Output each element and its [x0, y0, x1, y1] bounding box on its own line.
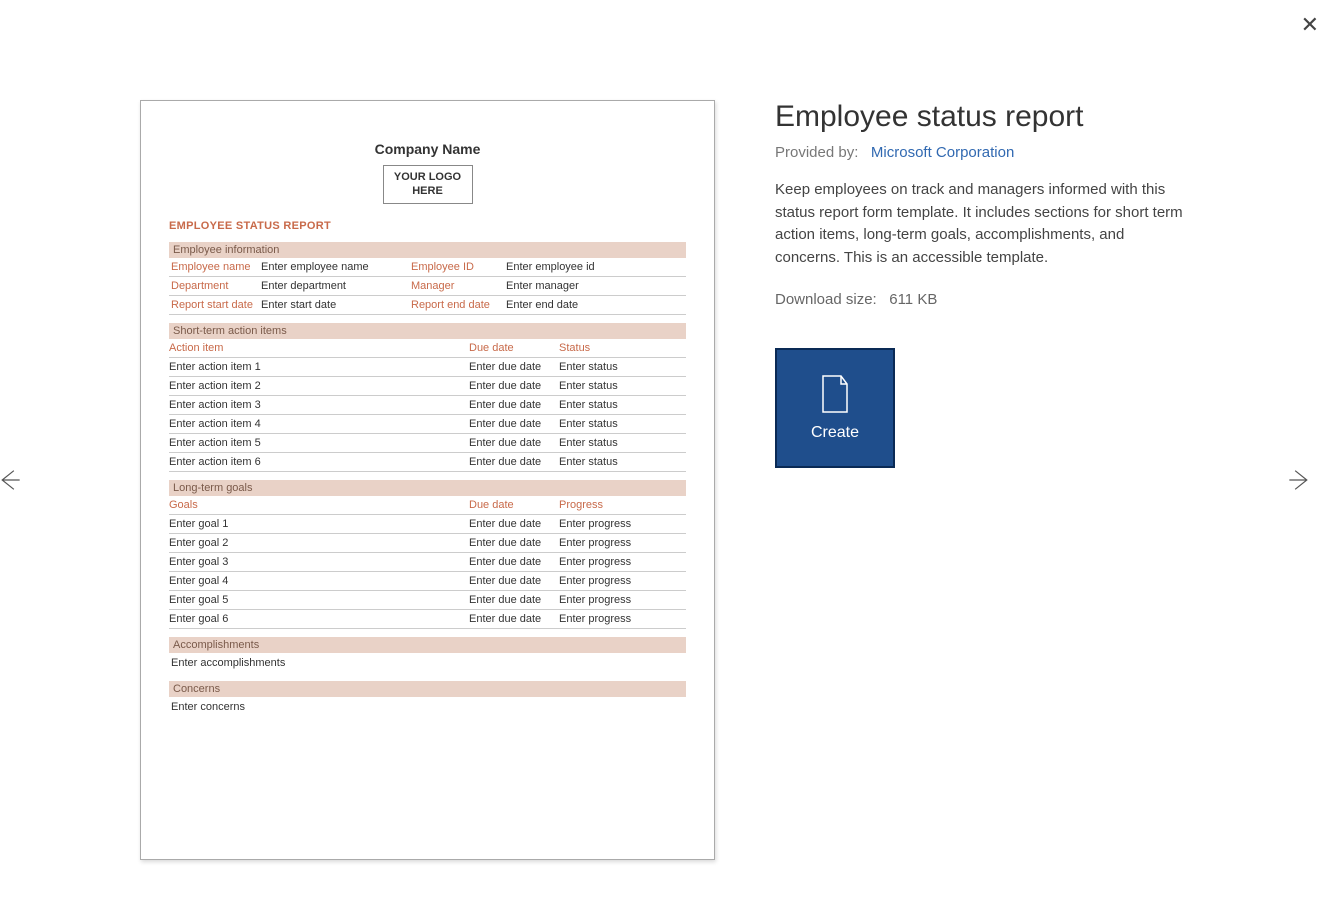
template-thumbnail: Company Name YOUR LOGO HERE EMPLOYEE STA…	[140, 100, 715, 860]
table-cell: Enter goal 3	[169, 553, 469, 572]
table-cell: Enter status	[559, 377, 686, 396]
table-cell: Enter goal 1	[169, 515, 469, 534]
table-column-header: Due date	[469, 496, 559, 515]
table-cell: Enter due date	[469, 396, 559, 415]
preview-long-table: GoalsDue dateProgressEnter goal 1Enter d…	[169, 496, 686, 629]
table-cell: Enter due date	[469, 358, 559, 377]
table-column-header: Goals	[169, 496, 469, 515]
close-button[interactable]: ✕	[1297, 8, 1323, 42]
table-cell: Enter progress	[559, 534, 686, 553]
table-cell: Enter status	[559, 415, 686, 434]
info-label: Manager	[409, 277, 504, 296]
table-cell: Enter progress	[559, 515, 686, 534]
info-label: Report start date	[169, 296, 259, 315]
info-value: Enter end date	[504, 296, 686, 315]
info-value: Enter department	[259, 277, 409, 296]
download-size-line: Download size: 611 KB	[775, 291, 1185, 308]
table-column-header: Action item	[169, 339, 469, 358]
table-cell: Enter status	[559, 434, 686, 453]
table-cell: Enter action item 2	[169, 377, 469, 396]
table-cell: Enter progress	[559, 572, 686, 591]
preview-short-header: Short-term action items	[169, 323, 686, 339]
preview-company-name: Company Name	[169, 141, 686, 157]
table-cell: Enter status	[559, 453, 686, 472]
preview-con-text: Enter concerns	[169, 697, 686, 717]
table-cell: Enter due date	[469, 553, 559, 572]
preview-short-table: Action itemDue dateStatus Enter action it…	[169, 339, 686, 472]
table-column-header: Due date	[469, 339, 559, 358]
info-label: Report end date	[409, 296, 504, 315]
download-size-label: Download size:	[775, 291, 877, 308]
table-cell: Enter goal 2	[169, 534, 469, 553]
preview-con-header: Concerns	[169, 681, 686, 697]
table-cell: Enter goal 4	[169, 572, 469, 591]
table-cell: Enter action item 3	[169, 396, 469, 415]
table-cell: Enter due date	[469, 591, 559, 610]
table-cell: Enter action item 6	[169, 453, 469, 472]
table-cell: Enter goal 6	[169, 610, 469, 629]
next-template-button[interactable]	[1281, 460, 1321, 500]
provided-by-line: Provided by: Microsoft Corporation	[775, 144, 1185, 161]
info-value: Enter start date	[259, 296, 409, 315]
table-cell: Enter due date	[469, 515, 559, 534]
table-cell: Enter progress	[559, 553, 686, 572]
create-button[interactable]: Create	[775, 348, 895, 468]
table-cell: Enter progress	[559, 610, 686, 629]
provided-by-label: Provided by:	[775, 144, 858, 161]
template-title: Employee status report	[775, 100, 1185, 134]
table-cell: Enter due date	[469, 415, 559, 434]
table-cell: Enter action item 4	[169, 415, 469, 434]
table-column-header: Progress	[559, 496, 686, 515]
preview-info-grid: Employee nameEnter employee nameEmployee…	[169, 258, 686, 315]
table-cell: Enter due date	[469, 434, 559, 453]
info-label: Employee ID	[409, 258, 504, 277]
table-cell: Enter due date	[469, 453, 559, 472]
table-cell: Enter progress	[559, 591, 686, 610]
preview-long-header: Long-term goals	[169, 480, 686, 496]
info-label: Employee name	[169, 258, 259, 277]
preview-info-header: Employee information	[169, 242, 686, 258]
table-cell: Enter due date	[469, 572, 559, 591]
table-cell: Enter status	[559, 396, 686, 415]
table-cell: Enter status	[559, 358, 686, 377]
template-description: Keep employees on track and managers inf…	[775, 179, 1185, 269]
table-cell: Enter due date	[469, 377, 559, 396]
preview-logo-placeholder: YOUR LOGO HERE	[383, 165, 473, 204]
table-cell: Enter goal 5	[169, 591, 469, 610]
preview-report-title: EMPLOYEE STATUS REPORT	[169, 220, 686, 232]
create-button-label: Create	[811, 424, 859, 442]
document-icon	[819, 374, 851, 414]
table-cell: Enter due date	[469, 610, 559, 629]
preview-acc-header: Accomplishments	[169, 637, 686, 653]
provider-link[interactable]: Microsoft Corporation	[871, 144, 1014, 161]
info-label: Department	[169, 277, 259, 296]
info-value: Enter employee id	[504, 258, 686, 277]
table-cell: Enter action item 1	[169, 358, 469, 377]
template-details-panel: Employee status report Provided by: Micr…	[775, 100, 1185, 860]
download-size-value: 611 KB	[889, 291, 937, 308]
info-value: Enter employee name	[259, 258, 409, 277]
preview-acc-text: Enter accomplishments	[169, 653, 686, 673]
table-column-header: Status	[559, 339, 686, 358]
previous-template-button[interactable]	[0, 460, 28, 500]
info-value: Enter manager	[504, 277, 686, 296]
table-cell: Enter due date	[469, 534, 559, 553]
table-cell: Enter action item 5	[169, 434, 469, 453]
template-preview-dialog: Company Name YOUR LOGO HERE EMPLOYEE STA…	[140, 100, 1185, 860]
